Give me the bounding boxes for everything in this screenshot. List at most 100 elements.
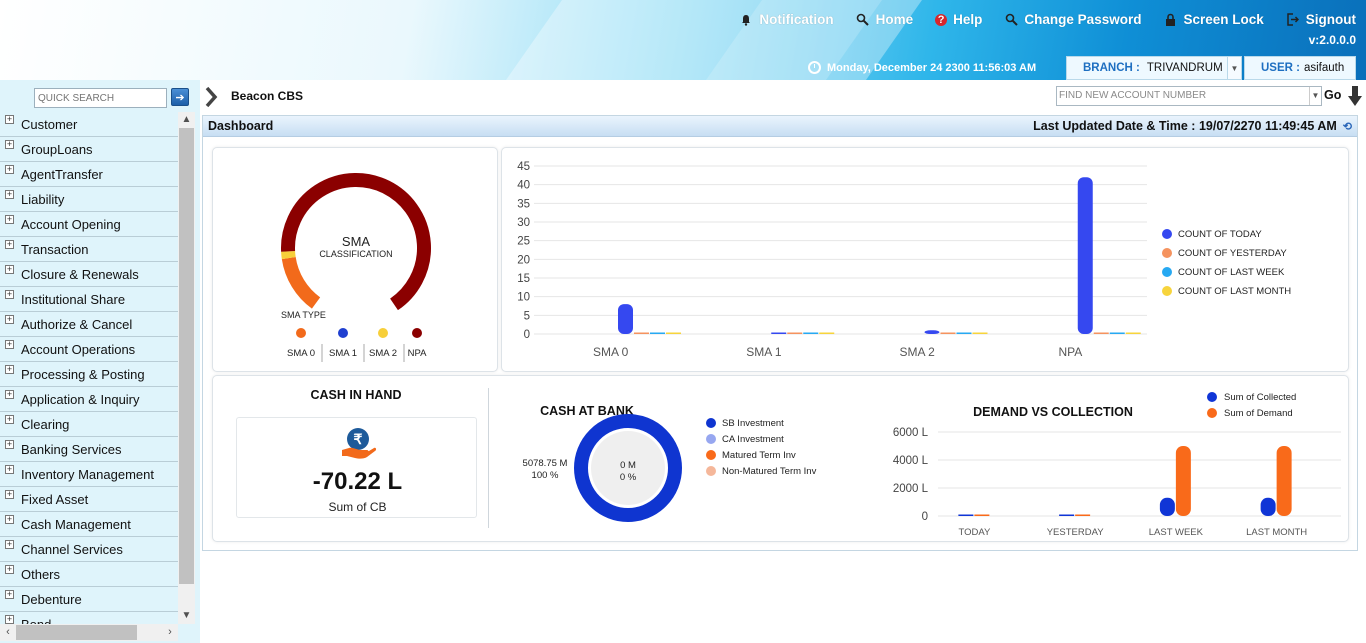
- sidebar-item-authorize-cancel[interactable]: + Authorize & Cancel: [0, 312, 178, 337]
- x-tick-label: SMA 0: [593, 345, 629, 359]
- sidebar-item-customer[interactable]: + Customer: [0, 112, 178, 137]
- expand-plus-icon[interactable]: +: [5, 190, 14, 199]
- bar-count-of-yesterday-npa[interactable]: [1093, 332, 1109, 335]
- bar-count-of-today-sma-0[interactable]: [618, 304, 633, 334]
- refresh-icon[interactable]: ⟲: [1343, 120, 1352, 133]
- hscroll-thumb[interactable]: [16, 625, 137, 640]
- bar-sum-of-demand-last-week[interactable]: [1175, 446, 1191, 516]
- expand-plus-icon[interactable]: +: [5, 240, 14, 249]
- bar-sum-of-collected-today[interactable]: [958, 514, 974, 517]
- sidebar-item-inventory-management[interactable]: + Inventory Management: [0, 462, 178, 487]
- change-password-link[interactable]: Change Password: [1004, 12, 1141, 27]
- bar-count-of-yesterday-sma-0[interactable]: [634, 332, 649, 335]
- sidebar-horizontal-scrollbar[interactable]: ‹ ›: [0, 624, 178, 641]
- branch-selector[interactable]: BRANCH : TRIVANDRUM ▼: [1066, 56, 1242, 80]
- download-arrow-icon[interactable]: [1347, 84, 1363, 108]
- bar-count-of-today-sma-1[interactable]: [771, 332, 787, 335]
- expand-plus-icon[interactable]: +: [5, 615, 14, 624]
- sidebar-item-others[interactable]: + Others: [0, 562, 178, 587]
- bar-sum-of-collected-last-week[interactable]: [1159, 497, 1175, 516]
- sidebar-item-channel-services[interactable]: + Channel Services: [0, 537, 178, 562]
- chevron-down-icon[interactable]: ▼: [1309, 87, 1321, 105]
- sidebar-item-grouploans[interactable]: + GroupLoans: [0, 137, 178, 162]
- expand-plus-icon[interactable]: +: [5, 390, 14, 399]
- gauge-segment-sma-2[interactable]: [281, 250, 296, 260]
- bar-count-of-yesterday-sma-2[interactable]: [940, 332, 956, 335]
- quick-search-button[interactable]: ➔: [171, 88, 189, 106]
- sidebar-item-bond[interactable]: + Bond: [0, 612, 178, 624]
- donut-center-percent: 0 %: [620, 472, 637, 483]
- sidebar-item-fixed-asset[interactable]: + Fixed Asset: [0, 487, 178, 512]
- expand-plus-icon[interactable]: +: [5, 315, 14, 324]
- expand-plus-icon[interactable]: +: [5, 565, 14, 574]
- sidebar-item-label: Others: [21, 566, 61, 582]
- expand-plus-icon[interactable]: +: [5, 465, 14, 474]
- expand-plus-icon[interactable]: +: [5, 215, 14, 224]
- bar-sum-of-collected-yesterday[interactable]: [1059, 514, 1075, 517]
- bell-icon: [739, 13, 753, 27]
- help-link[interactable]: ? Help: [935, 12, 982, 27]
- bar-count-of-today-npa[interactable]: [1077, 177, 1093, 334]
- sidebar-item-clearing[interactable]: + Clearing: [0, 412, 178, 437]
- sidebar-item-account-operations[interactable]: + Account Operations: [0, 337, 178, 362]
- sidebar-item-application-inquiry[interactable]: + Application & Inquiry: [0, 387, 178, 412]
- quick-search-input[interactable]: [34, 88, 167, 108]
- expand-plus-icon[interactable]: +: [5, 115, 14, 124]
- bar-sum-of-demand-today[interactable]: [974, 514, 990, 517]
- sidebar-item-closure-renewals[interactable]: + Closure & Renewals: [0, 262, 178, 287]
- expand-plus-icon[interactable]: +: [5, 265, 14, 274]
- go-button[interactable]: Go: [1324, 88, 1341, 102]
- bar-count-of-last-week-sma-1[interactable]: [803, 332, 819, 335]
- scroll-left-icon[interactable]: ‹: [0, 624, 16, 641]
- sidebar-item-cash-management[interactable]: + Cash Management: [0, 512, 178, 537]
- screen-lock-link[interactable]: Screen Lock: [1163, 12, 1264, 27]
- find-account-input[interactable]: FIND NEW ACCOUNT NUMBER ▼: [1056, 86, 1322, 106]
- sidebar-item-debenture[interactable]: + Debenture: [0, 587, 178, 612]
- x-tick-label: SMA 2: [899, 345, 935, 359]
- sidebar-item-agenttransfer[interactable]: + AgentTransfer: [0, 162, 178, 187]
- expand-plus-icon[interactable]: +: [5, 490, 14, 499]
- expand-plus-icon[interactable]: +: [5, 140, 14, 149]
- scroll-thumb[interactable]: [179, 128, 194, 584]
- bar-sum-of-demand-last-month[interactable]: [1276, 446, 1292, 516]
- bar-sum-of-demand-yesterday[interactable]: [1075, 514, 1091, 517]
- scroll-up-icon[interactable]: ▲: [178, 112, 195, 128]
- expand-plus-icon[interactable]: +: [5, 515, 14, 524]
- bar-count-of-last-week-sma-2[interactable]: [956, 332, 972, 335]
- sidebar-item-processing-posting[interactable]: + Processing & Posting: [0, 362, 178, 387]
- bar-count-of-last-week-npa[interactable]: [1109, 332, 1125, 335]
- expand-plus-icon[interactable]: +: [5, 590, 14, 599]
- bar-count-of-yesterday-sma-1[interactable]: [787, 332, 803, 335]
- scroll-right-icon[interactable]: ›: [162, 624, 178, 641]
- bar-count-of-last-month-npa[interactable]: [1125, 332, 1141, 335]
- expand-plus-icon[interactable]: +: [5, 290, 14, 299]
- expand-plus-icon[interactable]: +: [5, 415, 14, 424]
- scroll-down-icon[interactable]: ▼: [178, 608, 195, 624]
- bar-count-of-last-month-sma-1[interactable]: [819, 332, 835, 335]
- bar-count-of-last-week-sma-0[interactable]: [650, 332, 665, 335]
- signout-link[interactable]: Signout: [1286, 12, 1356, 27]
- bar-count-of-last-month-sma-2[interactable]: [972, 332, 988, 335]
- legend-dot: [1162, 286, 1172, 296]
- notification-link[interactable]: Notification: [739, 12, 834, 27]
- home-link[interactable]: Home: [856, 12, 913, 27]
- bar-count-of-last-month-sma-0[interactable]: [666, 332, 681, 335]
- sidebar-item-transaction[interactable]: + Transaction: [0, 237, 178, 262]
- sidebar-item-institutional-share[interactable]: + Institutional Share: [0, 287, 178, 312]
- sidebar-item-label: Inventory Management: [21, 466, 154, 482]
- bar-count-of-today-sma-2[interactable]: [924, 330, 940, 334]
- chevron-down-icon[interactable]: ▼: [1227, 57, 1241, 79]
- sidebar-item-banking-services[interactable]: + Banking Services: [0, 437, 178, 462]
- expand-plus-icon[interactable]: +: [5, 340, 14, 349]
- sidebar-item-liability[interactable]: + Liability: [0, 187, 178, 212]
- expand-plus-icon[interactable]: +: [5, 540, 14, 549]
- legend-label-count-of-yesterday: COUNT OF YESTERDAY: [1178, 248, 1287, 259]
- expand-plus-icon[interactable]: +: [5, 165, 14, 174]
- expand-plus-icon[interactable]: +: [5, 365, 14, 374]
- sidebar-vertical-scrollbar[interactable]: ▲ ▼: [178, 112, 195, 624]
- bar-sum-of-collected-last-month[interactable]: [1260, 497, 1276, 516]
- x-tick-label: TODAY: [958, 527, 991, 538]
- expand-plus-icon[interactable]: +: [5, 440, 14, 449]
- gauge-segment-sma-0[interactable]: [281, 256, 321, 309]
- sidebar-item-account-opening[interactable]: + Account Opening: [0, 212, 178, 237]
